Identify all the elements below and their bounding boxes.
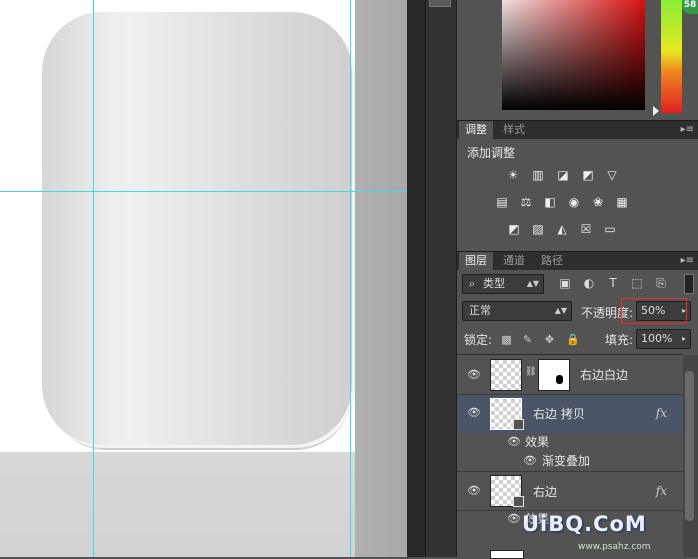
brightness-icon[interactable]: ☀ bbox=[505, 168, 521, 182]
scrollbar-thumb[interactable] bbox=[685, 371, 694, 521]
chevron-down-icon: ▸ bbox=[681, 334, 686, 343]
tab-adjustments[interactable]: 调整 bbox=[459, 121, 493, 139]
canvas-bottom-area bbox=[0, 452, 355, 557]
layer-mask-thumbnail[interactable] bbox=[538, 359, 570, 391]
canvas-gray-area bbox=[355, 0, 407, 557]
search-icon: ⌕ bbox=[469, 277, 476, 290]
fill-label: 填充: bbox=[605, 333, 634, 347]
type-filter-icon[interactable]: T bbox=[606, 276, 620, 290]
rounded-card-shape bbox=[42, 12, 352, 445]
layer-row-1[interactable]: 👁 ⛓ 右边白边 bbox=[457, 355, 683, 395]
posterize-icon[interactable]: ▨ bbox=[530, 222, 546, 236]
blend-mode-dropdown[interactable]: 正常 ▲▼ bbox=[462, 301, 572, 321]
black-white-icon[interactable]: ◧ bbox=[542, 195, 558, 209]
exposure-icon[interactable]: ◩ bbox=[580, 168, 596, 182]
layer-row-2-selected[interactable]: 👁 右边 拷贝 fx bbox=[457, 395, 683, 433]
highlight-box bbox=[621, 298, 687, 324]
layer-name[interactable]: 右边白边 bbox=[580, 368, 628, 382]
effects-eye-icon[interactable]: 👁 bbox=[507, 513, 521, 524]
fill-value: 100% bbox=[641, 332, 673, 345]
effects-label: 效果 bbox=[525, 435, 550, 449]
layers-menu-icon[interactable]: ▸≡ bbox=[681, 256, 694, 266]
filter-toggle[interactable] bbox=[684, 274, 694, 294]
channel-mixer-icon[interactable]: ❀ bbox=[590, 195, 606, 209]
layer-thumbnail bbox=[490, 359, 522, 391]
shape-layer-icon bbox=[513, 419, 524, 430]
lock-label: 锁定: bbox=[464, 333, 493, 347]
hue-slider-handle-icon[interactable] bbox=[653, 106, 659, 116]
filter-type-label: 类型 bbox=[483, 277, 505, 290]
color-balance-icon[interactable]: ⚖ bbox=[518, 195, 534, 209]
layer-name[interactable]: 右边 拷贝 bbox=[533, 407, 585, 421]
vibrance-icon[interactable]: ▽ bbox=[604, 168, 620, 182]
color-field[interactable] bbox=[502, 0, 645, 110]
shape-layer-icon bbox=[513, 496, 524, 507]
layer-row-3[interactable]: 👁 右边 fx bbox=[457, 472, 683, 511]
visibility-eye-icon[interactable]: 👁 bbox=[467, 369, 481, 380]
vertical-guide-2[interactable] bbox=[350, 0, 351, 557]
blend-mode-label: 正常 bbox=[469, 304, 491, 317]
hue-saturation-icon[interactable]: ▤ bbox=[494, 195, 510, 209]
levels-icon[interactable]: ▥ bbox=[530, 168, 546, 182]
watermark: UiBQ.CoM bbox=[522, 512, 647, 536]
curves-icon[interactable]: ◪ bbox=[555, 168, 571, 182]
smart-object-filter-icon[interactable]: ⎘ bbox=[654, 276, 668, 290]
chevron-down-icon: ▲▼ bbox=[554, 306, 567, 315]
gradient-overlay-effect[interactable]: 渐变叠加 bbox=[542, 454, 590, 468]
lock-all-icon[interactable]: 🔒 bbox=[566, 333, 580, 346]
lock-position-icon[interactable]: ✥ bbox=[543, 333, 556, 346]
threshold-icon[interactable]: ◭ bbox=[554, 222, 570, 236]
hue-slider[interactable] bbox=[661, 0, 682, 113]
tab-styles[interactable]: 样式 bbox=[497, 121, 531, 139]
selective-color-icon[interactable]: ☒ bbox=[578, 222, 594, 236]
mask-link-icon[interactable]: ⛓ bbox=[525, 367, 536, 377]
gradient-map-icon[interactable]: ▭ bbox=[602, 222, 618, 236]
tab-layers[interactable]: 图层 bbox=[459, 252, 493, 270]
lock-transparent-icon[interactable]: ▩ bbox=[500, 333, 513, 346]
layers-tabbar: 图层 通道 路径 ▸≡ bbox=[457, 251, 698, 270]
effect-eye-icon[interactable]: 👁 bbox=[523, 455, 537, 466]
fx-icon[interactable]: fx bbox=[656, 406, 667, 420]
invert-icon[interactable]: ◩ bbox=[506, 222, 522, 236]
dock-button[interactable] bbox=[429, 0, 451, 7]
shape-filter-icon[interactable]: ⬚ bbox=[630, 276, 644, 290]
chevron-down-icon: ▲▼ bbox=[526, 279, 539, 288]
panel-divider bbox=[407, 0, 426, 557]
layer-filter-dropdown[interactable]: ⌕ 类型 ▲▼ bbox=[462, 274, 544, 294]
photo-filter-icon[interactable]: ◉ bbox=[566, 195, 582, 209]
layers-scrollbar[interactable] bbox=[683, 355, 698, 557]
fx-icon[interactable]: fx bbox=[656, 484, 667, 498]
adjustments-heading: 添加调整 bbox=[467, 146, 516, 160]
fill-input[interactable]: 100% ▸ bbox=[636, 329, 691, 349]
adjustment-filter-icon[interactable]: ◐ bbox=[582, 276, 596, 290]
panel-menu-icon[interactable]: ▸≡ bbox=[681, 125, 694, 135]
collapsed-panel-dock bbox=[426, 0, 457, 557]
color-badge: 58 bbox=[682, 0, 698, 14]
horizontal-guide[interactable] bbox=[0, 191, 407, 192]
visibility-eye-icon[interactable]: 👁 bbox=[467, 407, 481, 418]
vertical-guide-1[interactable] bbox=[93, 0, 94, 557]
effects-eye-icon[interactable]: 👁 bbox=[507, 436, 521, 447]
tab-paths[interactable]: 路径 bbox=[535, 252, 569, 270]
mask-shape bbox=[556, 375, 563, 384]
visibility-eye-icon[interactable]: 👁 bbox=[467, 485, 481, 496]
tab-channels[interactable]: 通道 bbox=[497, 252, 531, 270]
pixel-filter-icon[interactable]: ▣ bbox=[558, 276, 572, 290]
layer-name[interactable]: 右边 bbox=[533, 485, 557, 499]
document-canvas[interactable] bbox=[0, 0, 407, 557]
layer-2-effects: 👁 效果 👁 渐变叠加 bbox=[457, 433, 683, 472]
adjustments-tabbar: 调整 样式 ▸≡ bbox=[457, 120, 698, 139]
color-lookup-icon[interactable]: ▦ bbox=[614, 195, 630, 209]
lock-image-icon[interactable]: ✎ bbox=[521, 333, 534, 346]
watermark-url: www.psahz.com bbox=[578, 542, 651, 552]
next-layer-thumbnail bbox=[490, 550, 524, 559]
